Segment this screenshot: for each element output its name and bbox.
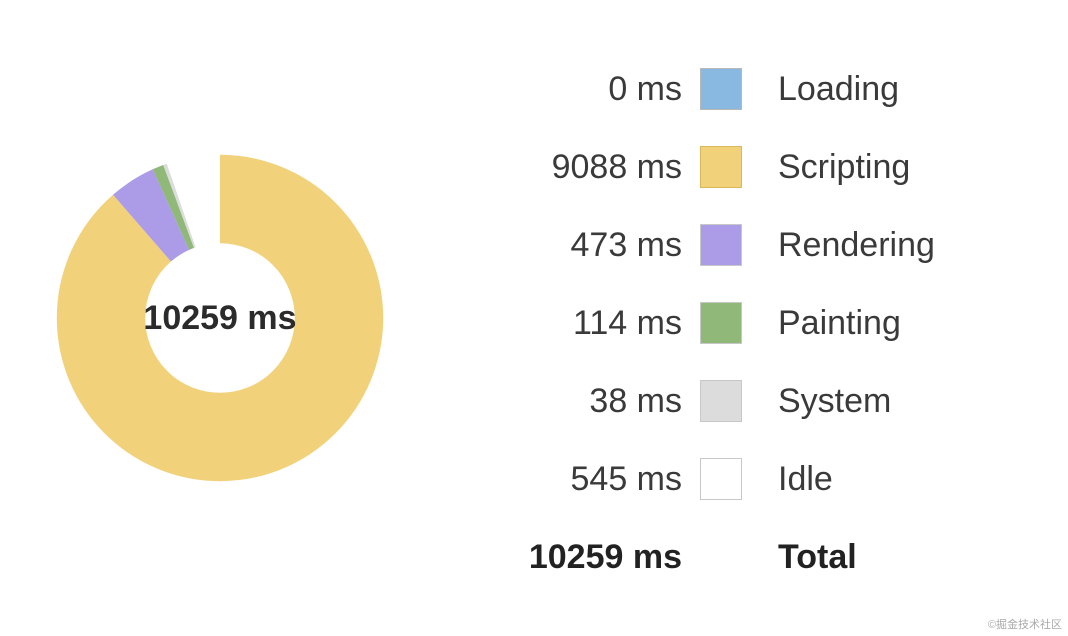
legend-label: Idle bbox=[742, 460, 833, 499]
legend-swatch bbox=[700, 302, 742, 344]
donut-center-total: 10259 ms bbox=[50, 148, 390, 488]
legend-total-label: Total bbox=[742, 538, 857, 577]
legend-total-value: 10259 ms bbox=[440, 538, 700, 577]
legend-row: 38 ms System bbox=[440, 362, 1038, 440]
legend-label: Painting bbox=[742, 304, 901, 343]
legend-swatch bbox=[700, 68, 742, 110]
donut-chart-area: 10259 ms bbox=[0, 0, 440, 636]
legend-swatch bbox=[700, 224, 742, 266]
legend-label: System bbox=[742, 382, 891, 421]
legend-value: 38 ms bbox=[440, 382, 700, 421]
legend: 0 ms Loading 9088 ms Scripting 473 ms Renderi… bbox=[440, 40, 1068, 596]
legend-row: 0 ms Loading bbox=[440, 50, 1038, 128]
legend-value: 545 ms bbox=[440, 460, 700, 499]
legend-row: 473 ms Rendering bbox=[440, 206, 1038, 284]
legend-value: 0 ms bbox=[440, 70, 700, 109]
legend-row: 114 ms Painting bbox=[440, 284, 1038, 362]
donut-chart: 10259 ms bbox=[50, 148, 390, 488]
legend-value: 9088 ms bbox=[440, 148, 700, 187]
legend-row: 9088 ms Scripting bbox=[440, 128, 1038, 206]
legend-swatch bbox=[700, 380, 742, 422]
legend-row: 545 ms Idle bbox=[440, 440, 1038, 518]
legend-total-row: 10259 ms Total bbox=[440, 518, 1038, 596]
legend-swatch bbox=[700, 146, 742, 188]
legend-swatch bbox=[700, 458, 742, 500]
watermark: ©掘金技术社区 bbox=[988, 616, 1062, 632]
legend-label: Loading bbox=[742, 70, 899, 109]
legend-label: Rendering bbox=[742, 226, 935, 265]
legend-value: 473 ms bbox=[440, 226, 700, 265]
legend-value: 114 ms bbox=[440, 304, 700, 343]
legend-label: Scripting bbox=[742, 148, 910, 187]
